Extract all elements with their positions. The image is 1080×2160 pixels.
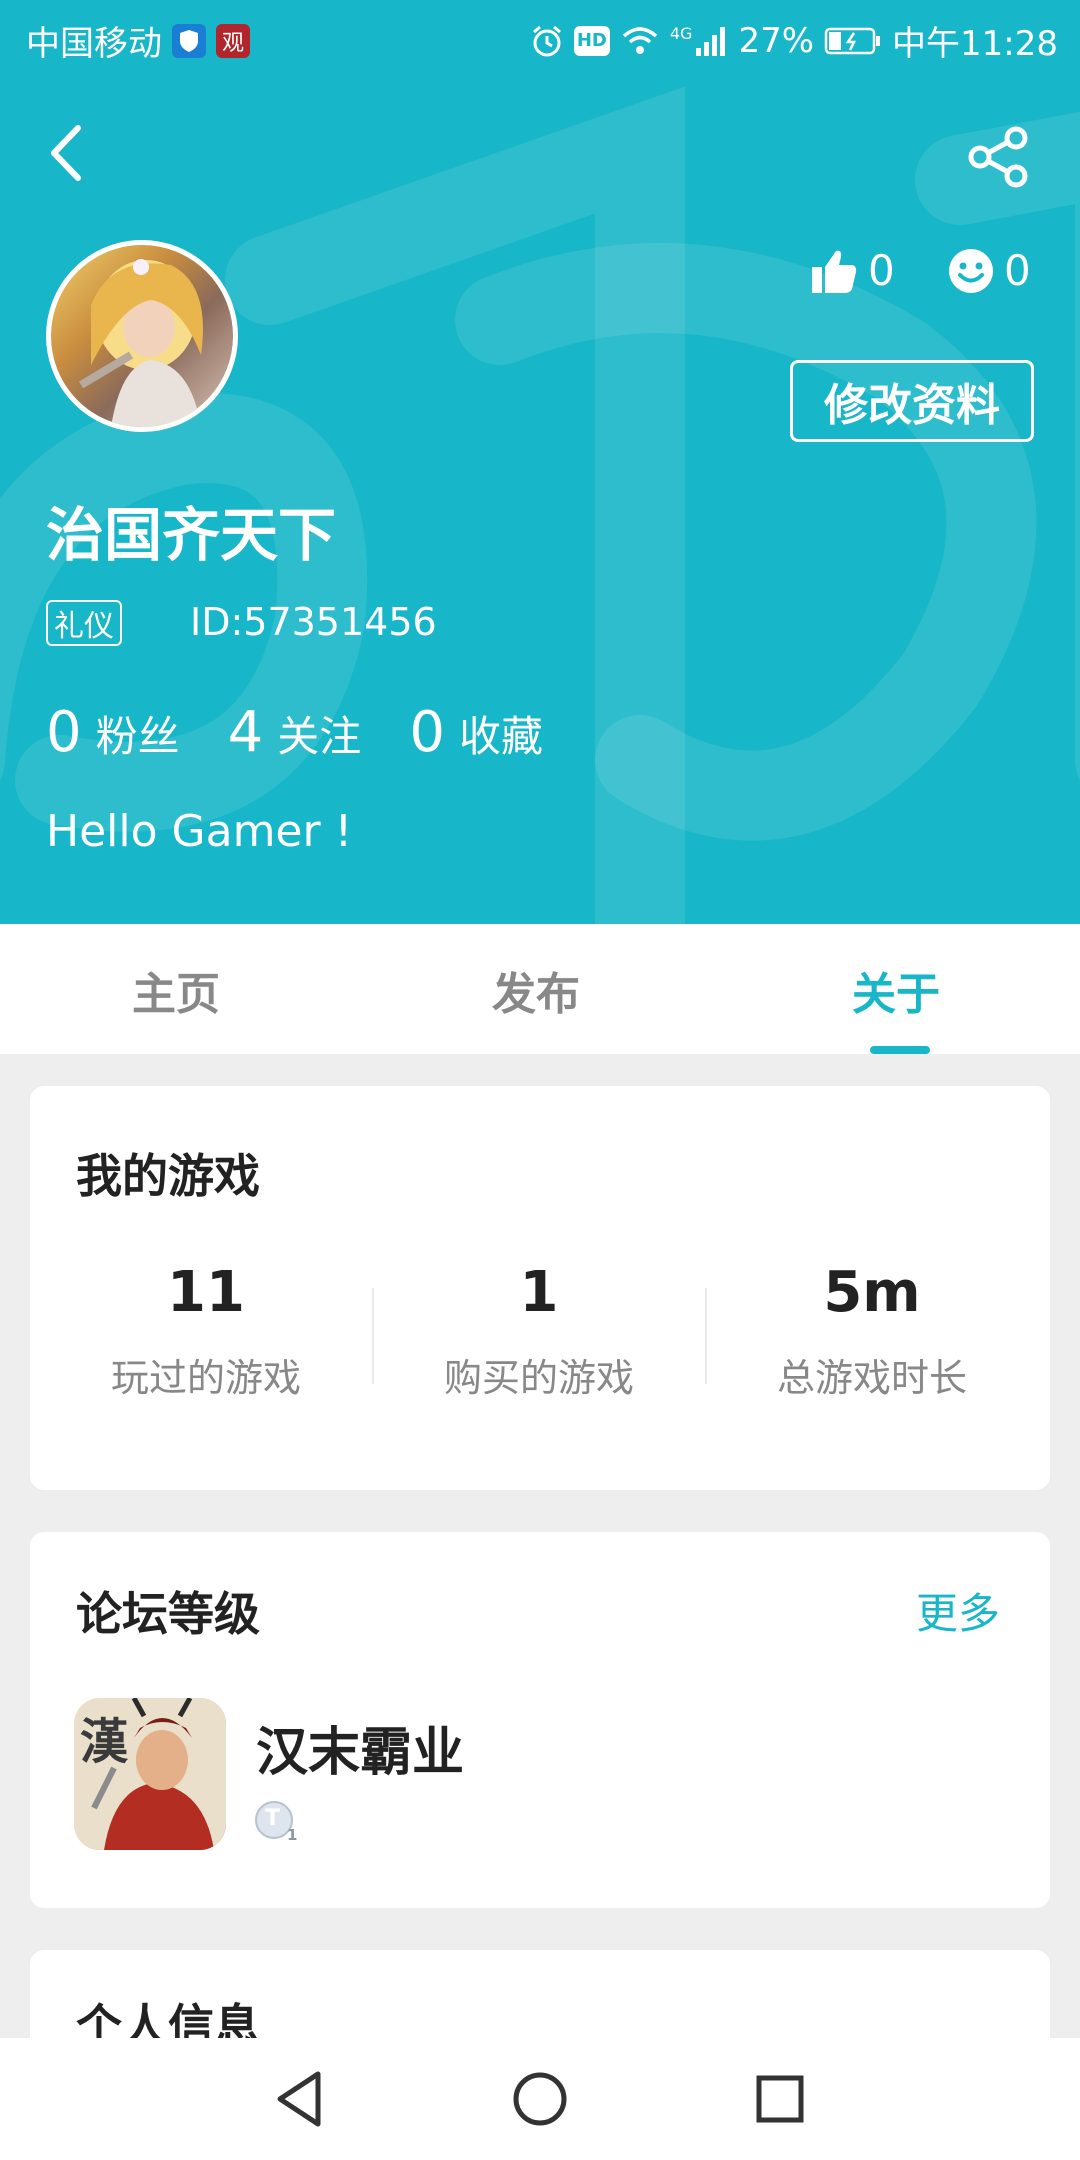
wifi-icon: [622, 26, 658, 54]
shield-icon: [172, 23, 206, 58]
circle-home-icon: [513, 2072, 567, 2126]
total-playtime-label: 总游戏时长: [776, 1356, 967, 1400]
back-button[interactable]: [36, 118, 96, 188]
followers-count[interactable]: 0: [46, 700, 82, 765]
likes-count: 0: [868, 246, 895, 295]
clock: 中午11:28: [892, 24, 1058, 64]
network-type: 4G: [669, 24, 693, 43]
profile-tabs: 主页 发布 关于: [0, 924, 1080, 1054]
active-tab-indicator: [870, 1046, 930, 1054]
tab-about[interactable]: 关于: [852, 958, 940, 1022]
username: 治国齐天下: [46, 501, 337, 569]
game-icon[interactable]: 漢: [74, 1698, 226, 1850]
favorites-label[interactable]: 收藏: [459, 703, 543, 764]
carrier-name: 中国移动: [26, 24, 162, 64]
smile-icon: [949, 248, 993, 293]
games-purchased-label: 购买的游戏: [443, 1356, 634, 1400]
nav-home-button[interactable]: [505, 2064, 575, 2134]
app-notification-icon: 观: [216, 23, 250, 58]
avatar-image-icon: [78, 259, 203, 427]
my-games-title: 我的游戏: [76, 1149, 260, 1203]
likes-stat[interactable]: 0: [810, 246, 895, 295]
signal-icon: [696, 26, 726, 56]
tab-home[interactable]: 主页: [132, 958, 220, 1022]
user-tag-badge[interactable]: 礼仪: [46, 600, 122, 646]
smiles-count: 0: [1004, 246, 1031, 295]
user-id: ID:57351456: [190, 600, 437, 644]
nav-back-button[interactable]: [266, 2064, 336, 2134]
square-recents-icon: [756, 2075, 804, 2123]
back-arrow-icon: [51, 125, 81, 181]
forum-level-title: 论坛等级: [76, 1587, 260, 1641]
battery-percent: 27%: [738, 20, 815, 61]
thumbs-up-icon: [812, 250, 857, 293]
hd-icon: HD: [573, 25, 610, 56]
profile-header: 中国移动 观 HD 4G 27% 中午11:28 0 0 修改资料 治国齐天下 …: [0, 0, 1080, 924]
edit-profile-button[interactable]: 修改资料: [790, 360, 1034, 442]
tab-posts[interactable]: 发布: [492, 958, 580, 1022]
system-nav-bar: [0, 2038, 1080, 2160]
games-purchased-stat[interactable]: 1 购买的游戏: [374, 1260, 704, 1402]
level-char: T: [265, 1806, 281, 1831]
share-button[interactable]: [966, 124, 1032, 190]
total-playtime-value: 5m: [823, 1260, 921, 1325]
games-played-stat[interactable]: 11 玩过的游戏: [41, 1260, 371, 1402]
triangle-back-icon: [277, 2071, 321, 2127]
total-playtime-stat[interactable]: 5m 总游戏时长: [707, 1260, 1037, 1402]
avatar[interactable]: [46, 240, 238, 432]
forum-game-name[interactable]: 汉末霸业: [256, 1710, 464, 1785]
smiles-stat[interactable]: 0: [948, 246, 1031, 295]
followers-label[interactable]: 粉丝: [96, 703, 180, 764]
level-badge: T 1: [254, 1800, 300, 1846]
share-icon: [968, 126, 1028, 188]
game-icon-char: 漢: [80, 1714, 129, 1770]
games-played-label: 玩过的游戏: [110, 1356, 301, 1400]
status-bar: 中国移动 观 HD 4G 27% 中午11:28: [0, 0, 1080, 72]
level-number: 1: [287, 1826, 298, 1844]
user-bio: Hello Gamer !: [46, 806, 353, 857]
following-count[interactable]: 4: [228, 700, 264, 765]
games-purchased-value: 1: [519, 1260, 559, 1325]
social-stats: 0 粉丝 4 关注 0 收藏: [46, 700, 591, 765]
battery-icon: [824, 27, 881, 54]
alarm-icon: [532, 25, 561, 56]
following-label[interactable]: 关注: [277, 703, 361, 764]
games-played-value: 11: [167, 1260, 245, 1325]
nav-recents-button[interactable]: [745, 2064, 815, 2134]
favorites-count[interactable]: 0: [409, 700, 445, 765]
more-link[interactable]: 更多: [916, 1580, 1000, 1641]
